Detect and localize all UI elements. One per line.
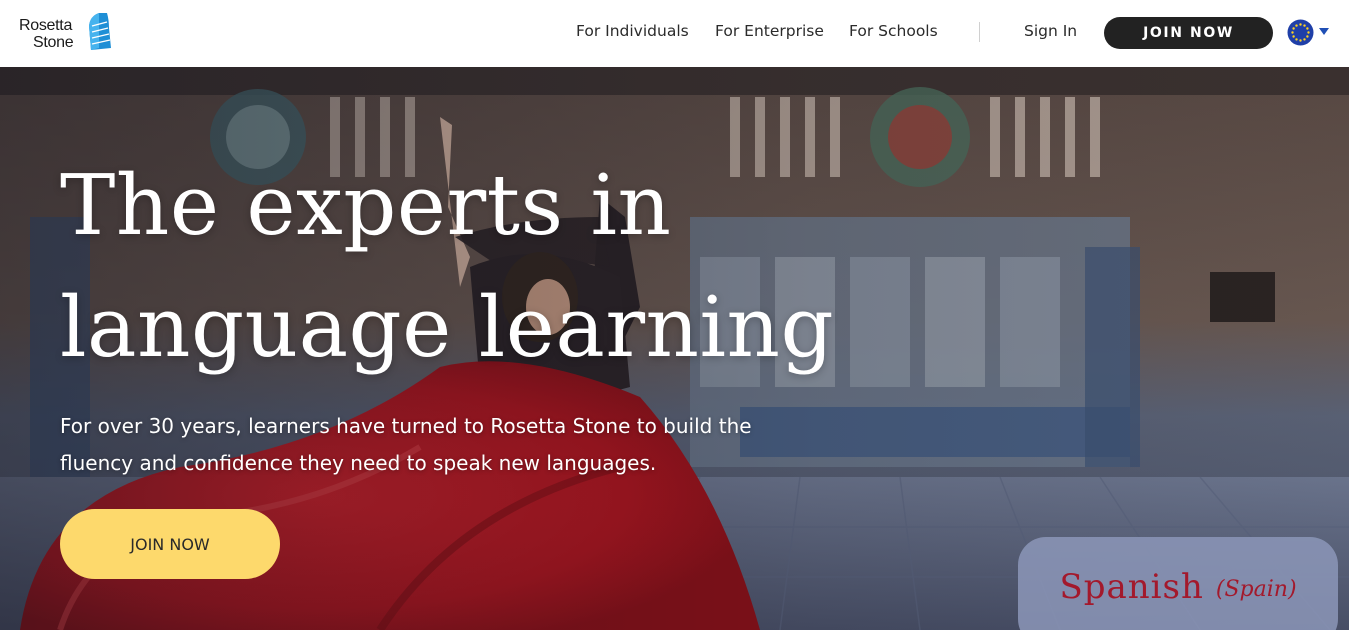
hero-subtitle-line-1: For over 30 years, learners have turned … <box>60 414 752 438</box>
language-dropdown-caret-icon[interactable] <box>1319 28 1329 35</box>
logo-line-1: Rosetta <box>19 17 73 34</box>
language-region: (Spain) <box>1215 577 1297 602</box>
hero-section: The experts in language learning For ove… <box>0 67 1349 630</box>
nav-divider <box>979 22 980 42</box>
site-header: Rosetta Stone For Individuals For Enterp… <box>0 0 1349 67</box>
nav-for-enterprise[interactable]: For Enterprise <box>715 22 824 40</box>
hero-title: The experts in language learning <box>60 145 960 389</box>
logo-wordmark: Rosetta Stone <box>19 17 74 51</box>
rosetta-stone-logo[interactable]: Rosetta Stone <box>19 12 119 56</box>
eu-flag-globe-icon[interactable] <box>1287 19 1314 46</box>
hero-subtitle: For over 30 years, learners have turned … <box>60 408 780 482</box>
header-join-now-button[interactable]: JOIN NOW <box>1104 17 1273 49</box>
language-name: Spanish <box>1059 567 1204 607</box>
logo-line-2: Stone <box>33 34 74 51</box>
hero-subtitle-line-2: fluency and confidence they need to spea… <box>60 451 657 475</box>
nav-for-individuals[interactable]: For Individuals <box>576 22 689 40</box>
featured-language-card[interactable]: Spanish (Spain) <box>1018 537 1338 630</box>
hero-title-line-1: The experts in <box>60 157 672 254</box>
hero-join-now-button[interactable]: JOIN NOW <box>60 509 280 579</box>
rosetta-stone-mark-icon <box>89 13 111 50</box>
sign-in-link[interactable]: Sign In <box>1024 22 1077 40</box>
hero-title-line-2: language learning <box>60 279 835 376</box>
nav-for-schools[interactable]: For Schools <box>849 22 938 40</box>
